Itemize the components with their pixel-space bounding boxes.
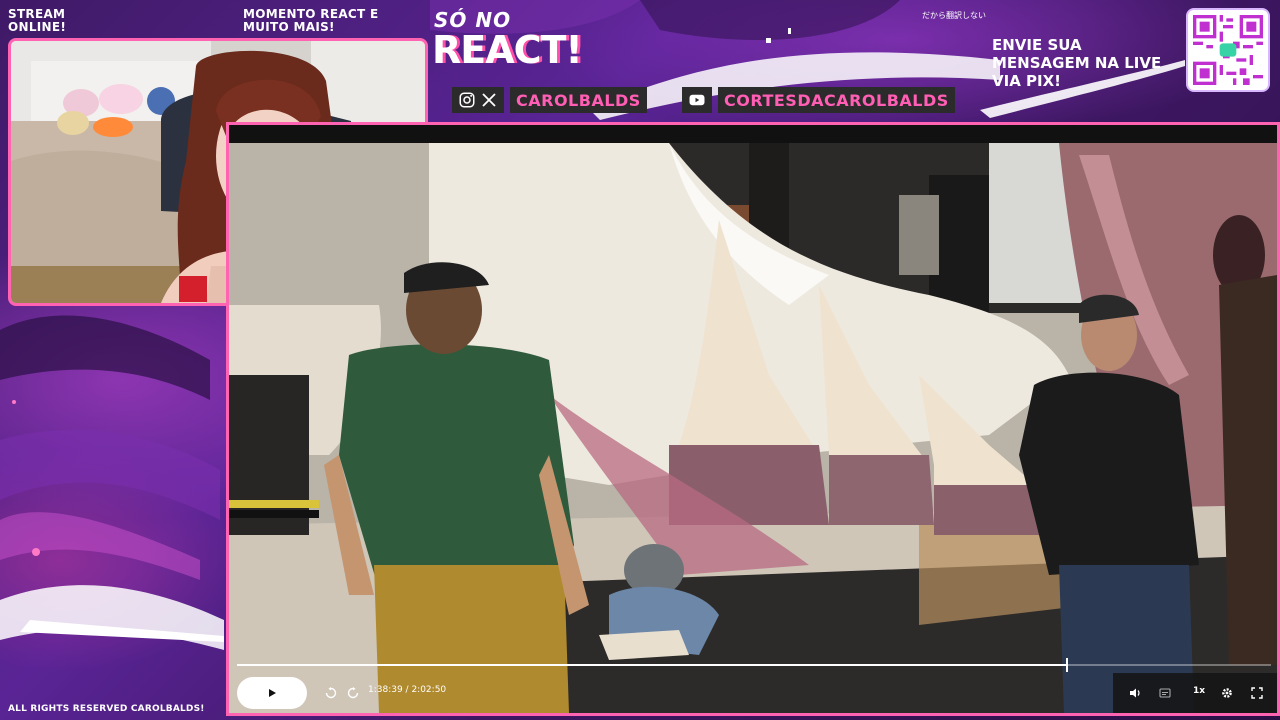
instagram-icon <box>459 92 475 108</box>
rights-reserved-label: ALL RIGHTS RESERVED CAROLBALDS! <box>8 704 205 714</box>
qr-code-icon <box>1193 15 1263 85</box>
time-display: 1:38:39 / 2:02:50 <box>368 685 447 695</box>
video-top-bar <box>229 125 1277 143</box>
fullscreen-icon[interactable] <box>1251 687 1263 699</box>
qr-code <box>1186 8 1270 92</box>
youtube-icon-box <box>682 87 712 113</box>
play-button[interactable] <box>237 677 307 709</box>
social-handle-2: CORTESDACAROLBALDS <box>682 86 955 114</box>
social-handle-2-text: CORTESDACAROLBALDS <box>724 90 949 110</box>
japanese-note: だから翻訳しない <box>922 11 986 20</box>
pix-message: ENVIE SUA MENSAGEM NA LIVE VIA PIX! <box>992 36 1162 90</box>
progress-handle[interactable] <box>1066 658 1069 672</box>
social-icons-box <box>452 87 504 113</box>
x-icon <box>482 93 496 107</box>
video-frame-image <box>229 125 1277 713</box>
forward-10-icon[interactable] <box>347 687 359 699</box>
momento-react-label: MOMENTO REACT E MUITO MAIS! <box>243 7 379 34</box>
video-player[interactable]: 1:38:39 / 2:02:50 1x <box>226 122 1280 716</box>
player-controls: 1:38:39 / 2:02:50 1x <box>229 673 1277 713</box>
progress-bar[interactable] <box>237 658 1271 672</box>
captions-icon[interactable] <box>1159 687 1171 699</box>
stream-online-label: STREAM ONLINE! <box>8 7 67 34</box>
player-right-controls: 1x <box>1113 673 1277 713</box>
volume-icon[interactable] <box>1129 687 1141 699</box>
logo-react: REACT! <box>432 28 583 72</box>
rewind-10-icon[interactable] <box>325 687 337 699</box>
youtube-icon <box>689 94 705 106</box>
playback-rate[interactable]: 1x <box>1193 686 1205 696</box>
settings-gear-icon[interactable] <box>1221 687 1233 699</box>
social-handle-2-box: CORTESDACAROLBALDS <box>718 87 955 113</box>
progress-fill <box>237 664 1068 666</box>
social-handle-1-text: CAROLBALDS <box>516 90 641 110</box>
play-icon <box>269 689 276 697</box>
social-handle-1: CAROLBALDS <box>452 86 647 114</box>
social-handle-1-box: CAROLBALDS <box>510 87 647 113</box>
